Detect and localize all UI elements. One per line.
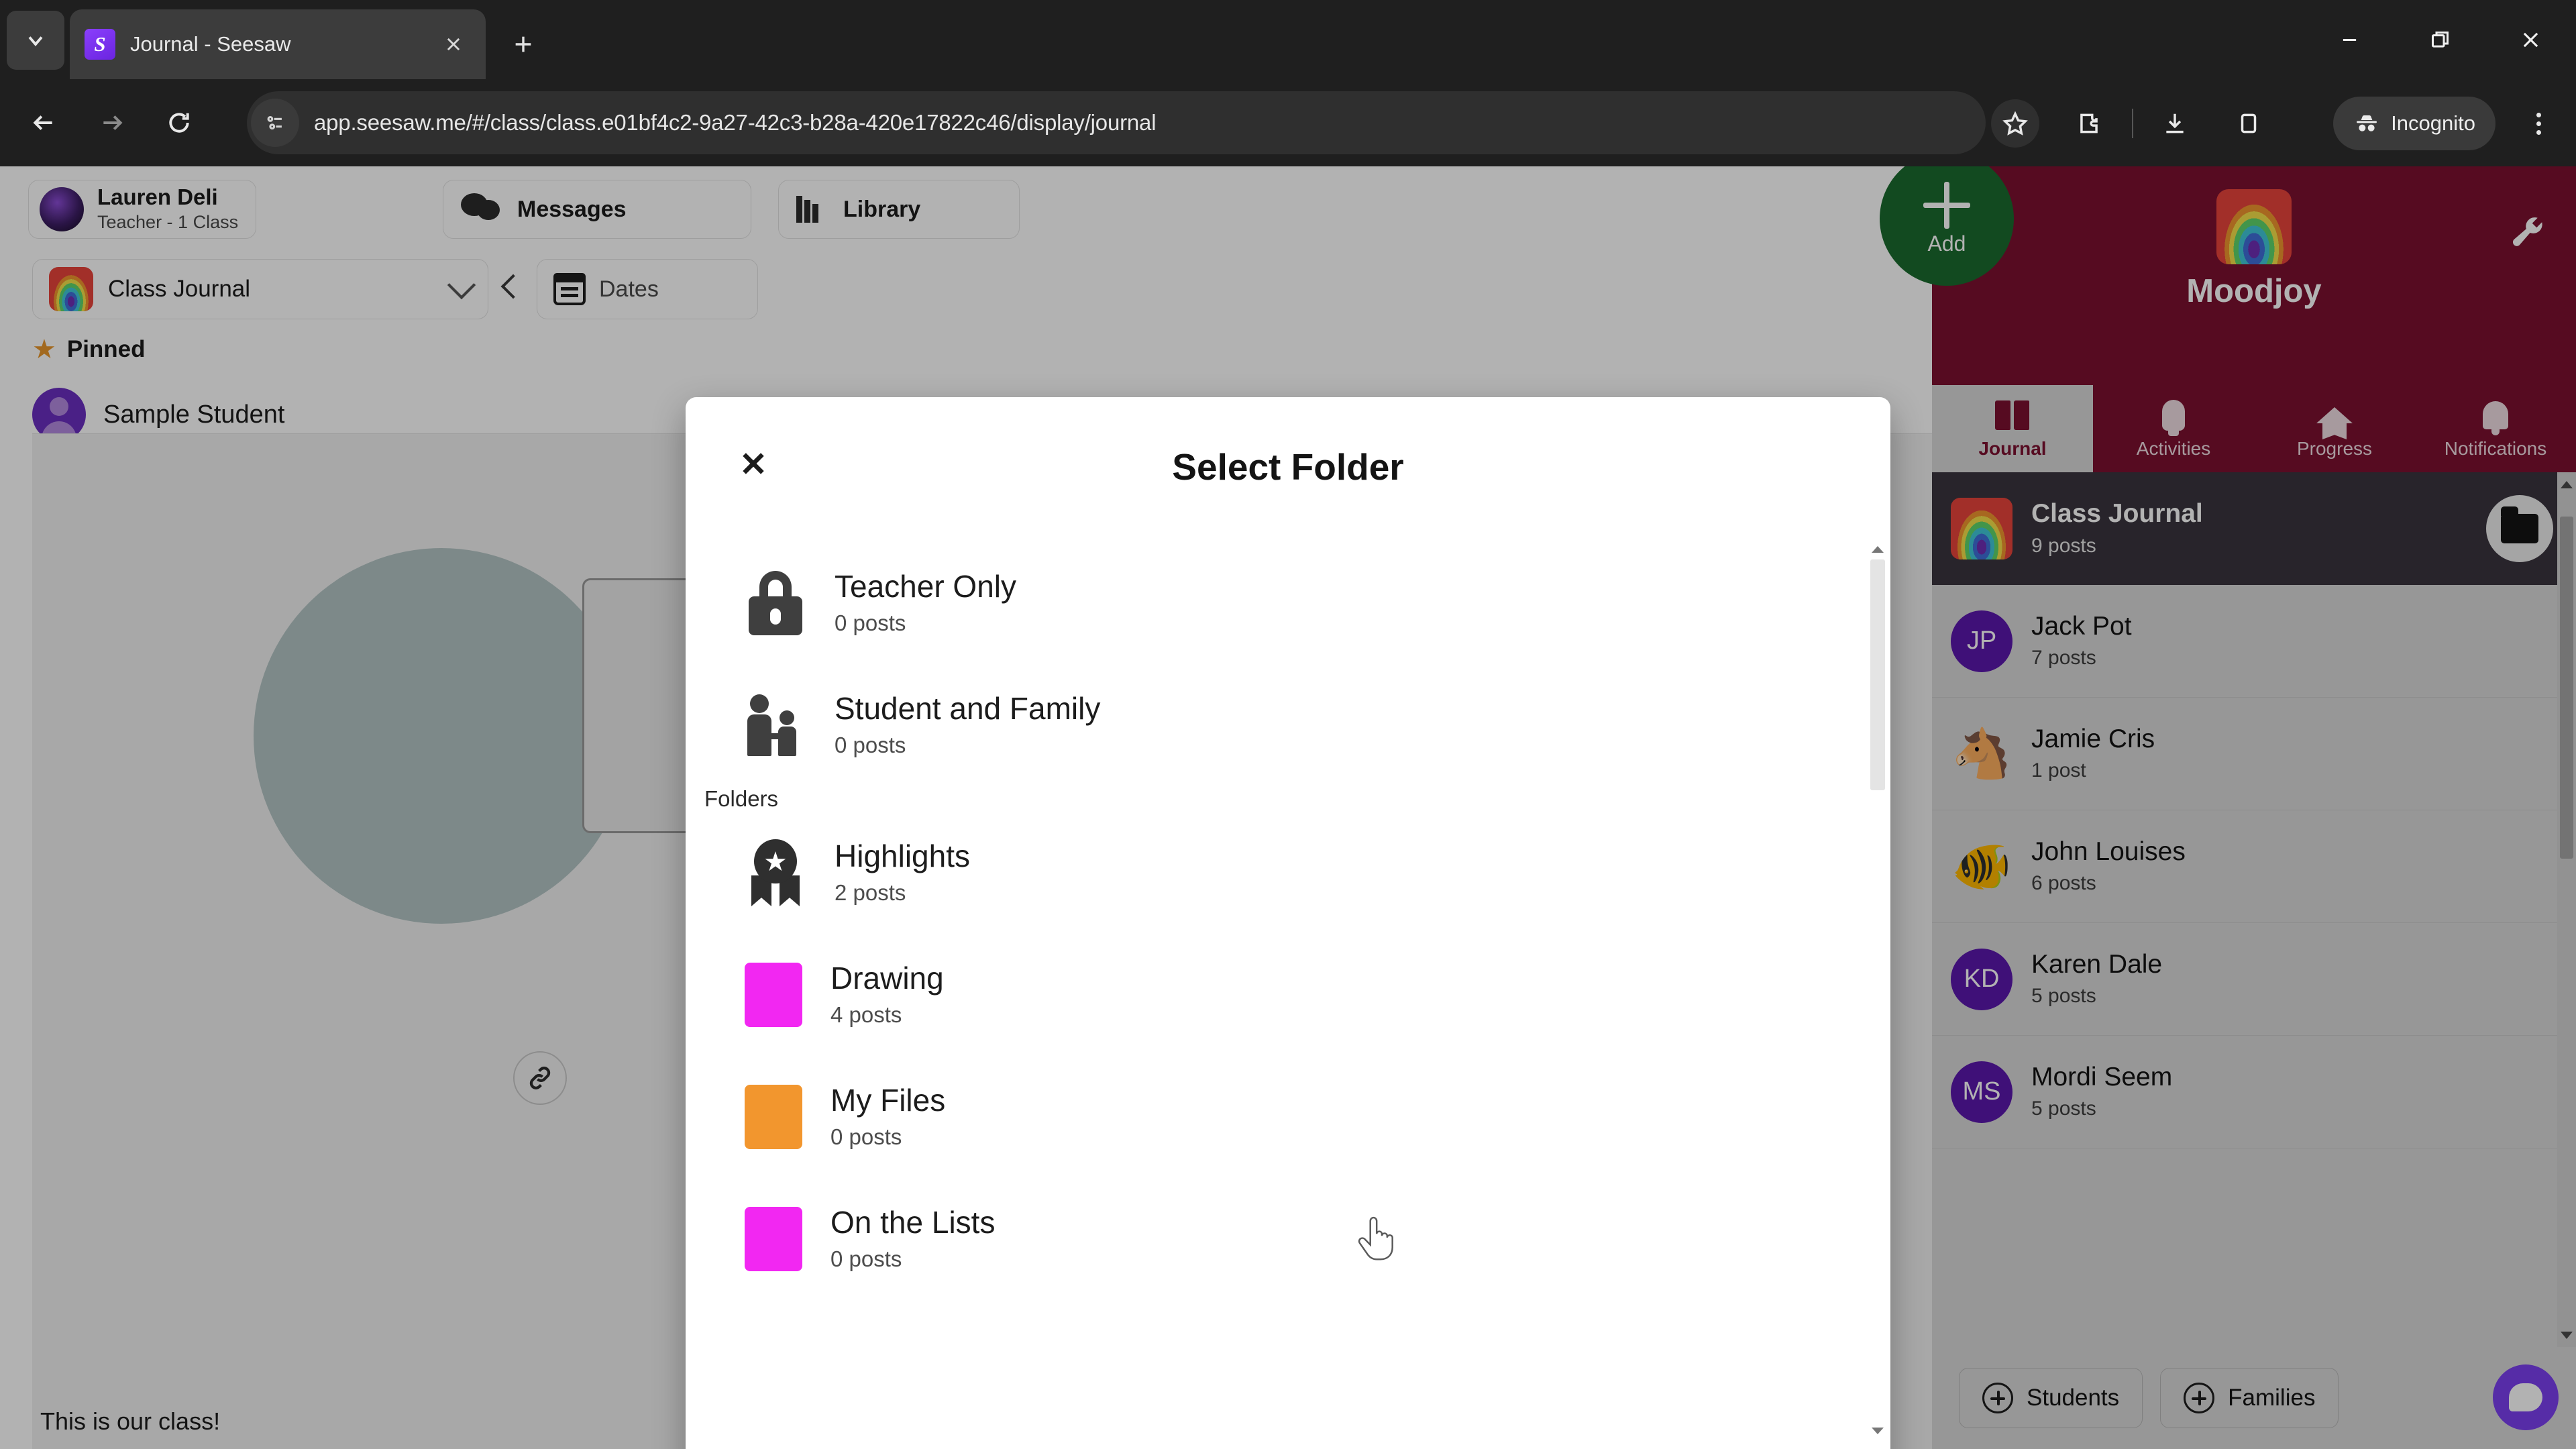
three-dot-menu-icon	[2536, 112, 2541, 135]
url-text: app.seesaw.me/#/class/class.e01bf4c2-9a2…	[314, 110, 1157, 135]
folder-post-count: 2 posts	[835, 880, 906, 906]
chrome-menu-button[interactable]	[2514, 99, 2563, 148]
site-info-button[interactable]	[251, 99, 299, 147]
modal-scrollbar[interactable]	[1868, 542, 1888, 1438]
chevron-down-icon	[28, 36, 43, 46]
star-icon	[2002, 111, 2028, 136]
downloads-button[interactable]	[2151, 99, 2199, 148]
scrollbar-thumb[interactable]	[1870, 559, 1885, 790]
folders-section-label: Folders	[704, 786, 779, 811]
folder-item-drawing[interactable]: Drawing 4 posts	[686, 934, 1868, 1056]
tab-title: Journal - Seesaw	[130, 32, 291, 56]
window-close-icon	[2523, 32, 2538, 47]
forward-arrow-icon	[103, 115, 123, 130]
forward-button[interactable]	[87, 98, 137, 148]
incognito-indicator[interactable]: Incognito	[2333, 97, 2496, 150]
folder-item-highlights[interactable]: ★ Highlights 2 posts	[686, 812, 1868, 934]
folder-post-count: 0 posts	[830, 1246, 902, 1272]
folder-color-swatch	[745, 1207, 802, 1271]
folder-item-my-files[interactable]: My Files 0 posts	[686, 1056, 1868, 1178]
scroll-up-arrow-icon[interactable]	[1868, 542, 1888, 557]
lock-icon	[745, 571, 806, 635]
seesaw-app: Lauren Deli Teacher - 1 Class Messages L…	[0, 166, 2576, 1449]
tab-close-button[interactable]	[436, 27, 471, 62]
bookmark-star-button[interactable]	[1991, 99, 2039, 148]
scroll-down-arrow-icon[interactable]	[1868, 1424, 1888, 1438]
back-button[interactable]	[19, 98, 68, 148]
minimize-icon	[2343, 38, 2357, 41]
tab-strip: S Journal - Seesaw	[0, 0, 2576, 79]
folder-name: Drawing	[830, 960, 944, 996]
plus-icon	[515, 36, 531, 52]
seesaw-favicon: S	[85, 29, 115, 60]
address-bar[interactable]: app.seesaw.me/#/class/class.e01bf4c2-9a2…	[247, 91, 1986, 154]
incognito-icon	[2357, 115, 2377, 131]
maximize-button[interactable]	[2395, 0, 2485, 79]
folder-name: Highlights	[835, 838, 970, 873]
page-info-icon	[267, 115, 282, 130]
tab-search-button[interactable]	[7, 11, 64, 70]
window-controls	[2304, 0, 2576, 79]
select-folder-dialog: Select Folder Teacher Only 0 posts Stude…	[686, 397, 1890, 1449]
folder-list[interactable]: Teacher Only 0 posts Student and Family …	[686, 542, 1868, 1430]
modal-title: Select Folder	[1172, 446, 1404, 488]
folder-name: My Files	[830, 1082, 946, 1118]
new-tab-button[interactable]	[502, 23, 545, 66]
maximize-icon	[2431, 31, 2449, 48]
minimize-button[interactable]	[2304, 0, 2395, 79]
toolbar-divider	[2132, 109, 2133, 138]
browser-tab[interactable]: S Journal - Seesaw	[70, 9, 486, 79]
window-close-button[interactable]	[2485, 0, 2576, 79]
folder-name: Teacher Only	[835, 568, 1017, 604]
folder-name: On the Lists	[830, 1204, 996, 1240]
side-panel-button[interactable]	[2224, 99, 2273, 148]
folder-name: Student and Family	[835, 690, 1101, 726]
download-icon	[2166, 113, 2184, 133]
side-panel-icon	[2241, 113, 2257, 133]
reload-button[interactable]	[154, 98, 204, 148]
reload-icon	[169, 113, 189, 133]
folder-post-count: 4 posts	[830, 1002, 902, 1028]
extensions-button[interactable]	[2065, 99, 2113, 148]
browser-chrome: S Journal - Seesaw app.seesaw.me/#/class…	[0, 0, 2576, 166]
folder-item-student-and-family[interactable]: Student and Family 0 posts	[686, 664, 1868, 786]
folder-color-swatch	[745, 1085, 802, 1149]
folder-post-count: 0 posts	[830, 1124, 902, 1150]
folder-color-swatch	[745, 963, 802, 1027]
folder-post-count: 0 posts	[835, 733, 906, 758]
close-icon	[447, 38, 460, 51]
folder-item-teacher-only[interactable]: Teacher Only 0 posts	[686, 542, 1868, 664]
family-icon	[745, 693, 806, 757]
incognito-label: Incognito	[2391, 111, 2475, 135]
folder-item-on-the-lists[interactable]: On the Lists 0 posts	[686, 1178, 1868, 1300]
folder-post-count: 0 posts	[835, 610, 906, 636]
back-arrow-icon	[33, 115, 52, 130]
extensions-icon	[2080, 113, 2098, 133]
ribbon-star-icon: ★	[745, 839, 806, 906]
browser-toolbar: app.seesaw.me/#/class/class.e01bf4c2-9a2…	[0, 79, 2576, 166]
